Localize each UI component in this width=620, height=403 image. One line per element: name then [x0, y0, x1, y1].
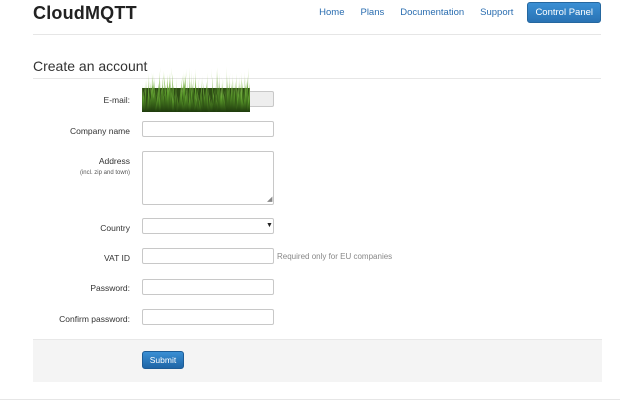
bottom-divider [0, 399, 620, 400]
vat-help-text: Required only for EU companies [277, 252, 393, 261]
page-title: Create an account [33, 58, 148, 74]
confirm-password-label: Confirm password: [59, 314, 130, 324]
address-sublabel: (incl. zip and town) [79, 170, 130, 176]
company-label: Company name [69, 126, 130, 136]
nav-home[interactable]: Home [319, 7, 344, 18]
address-label: Address [98, 156, 130, 166]
grass-image [142, 66, 250, 112]
control-panel-button[interactable]: Control Panel [527, 2, 601, 23]
caret-down-icon[interactable]: ▼ [266, 222, 273, 229]
resize-grip-icon[interactable]: ◢ [267, 196, 273, 203]
nav-support[interactable]: Support [480, 7, 513, 18]
company-field[interactable] [142, 121, 274, 137]
title-divider [33, 78, 601, 79]
country-label: Country [100, 223, 130, 233]
confirm-password-field[interactable] [142, 309, 274, 325]
password-field[interactable] [142, 279, 274, 295]
nav-plans[interactable]: Plans [360, 7, 384, 18]
address-field[interactable] [142, 151, 274, 205]
submit-button[interactable]: Submit [142, 351, 184, 369]
form-actions [33, 339, 602, 382]
vat-label: VAT ID [104, 253, 130, 263]
country-select[interactable] [142, 218, 274, 234]
password-label: Password: [90, 283, 130, 293]
signup-page: CloudMQTT Home Plans Documentation Suppo… [0, 0, 620, 403]
brand-logo[interactable]: CloudMQTT [33, 3, 137, 24]
email-label: E-mail: [103, 95, 130, 105]
nav-documentation[interactable]: Documentation [400, 7, 464, 18]
top-nav: Home Plans Documentation Support Control… [303, 2, 601, 23]
vat-field[interactable] [142, 248, 274, 264]
header-divider [33, 34, 601, 35]
